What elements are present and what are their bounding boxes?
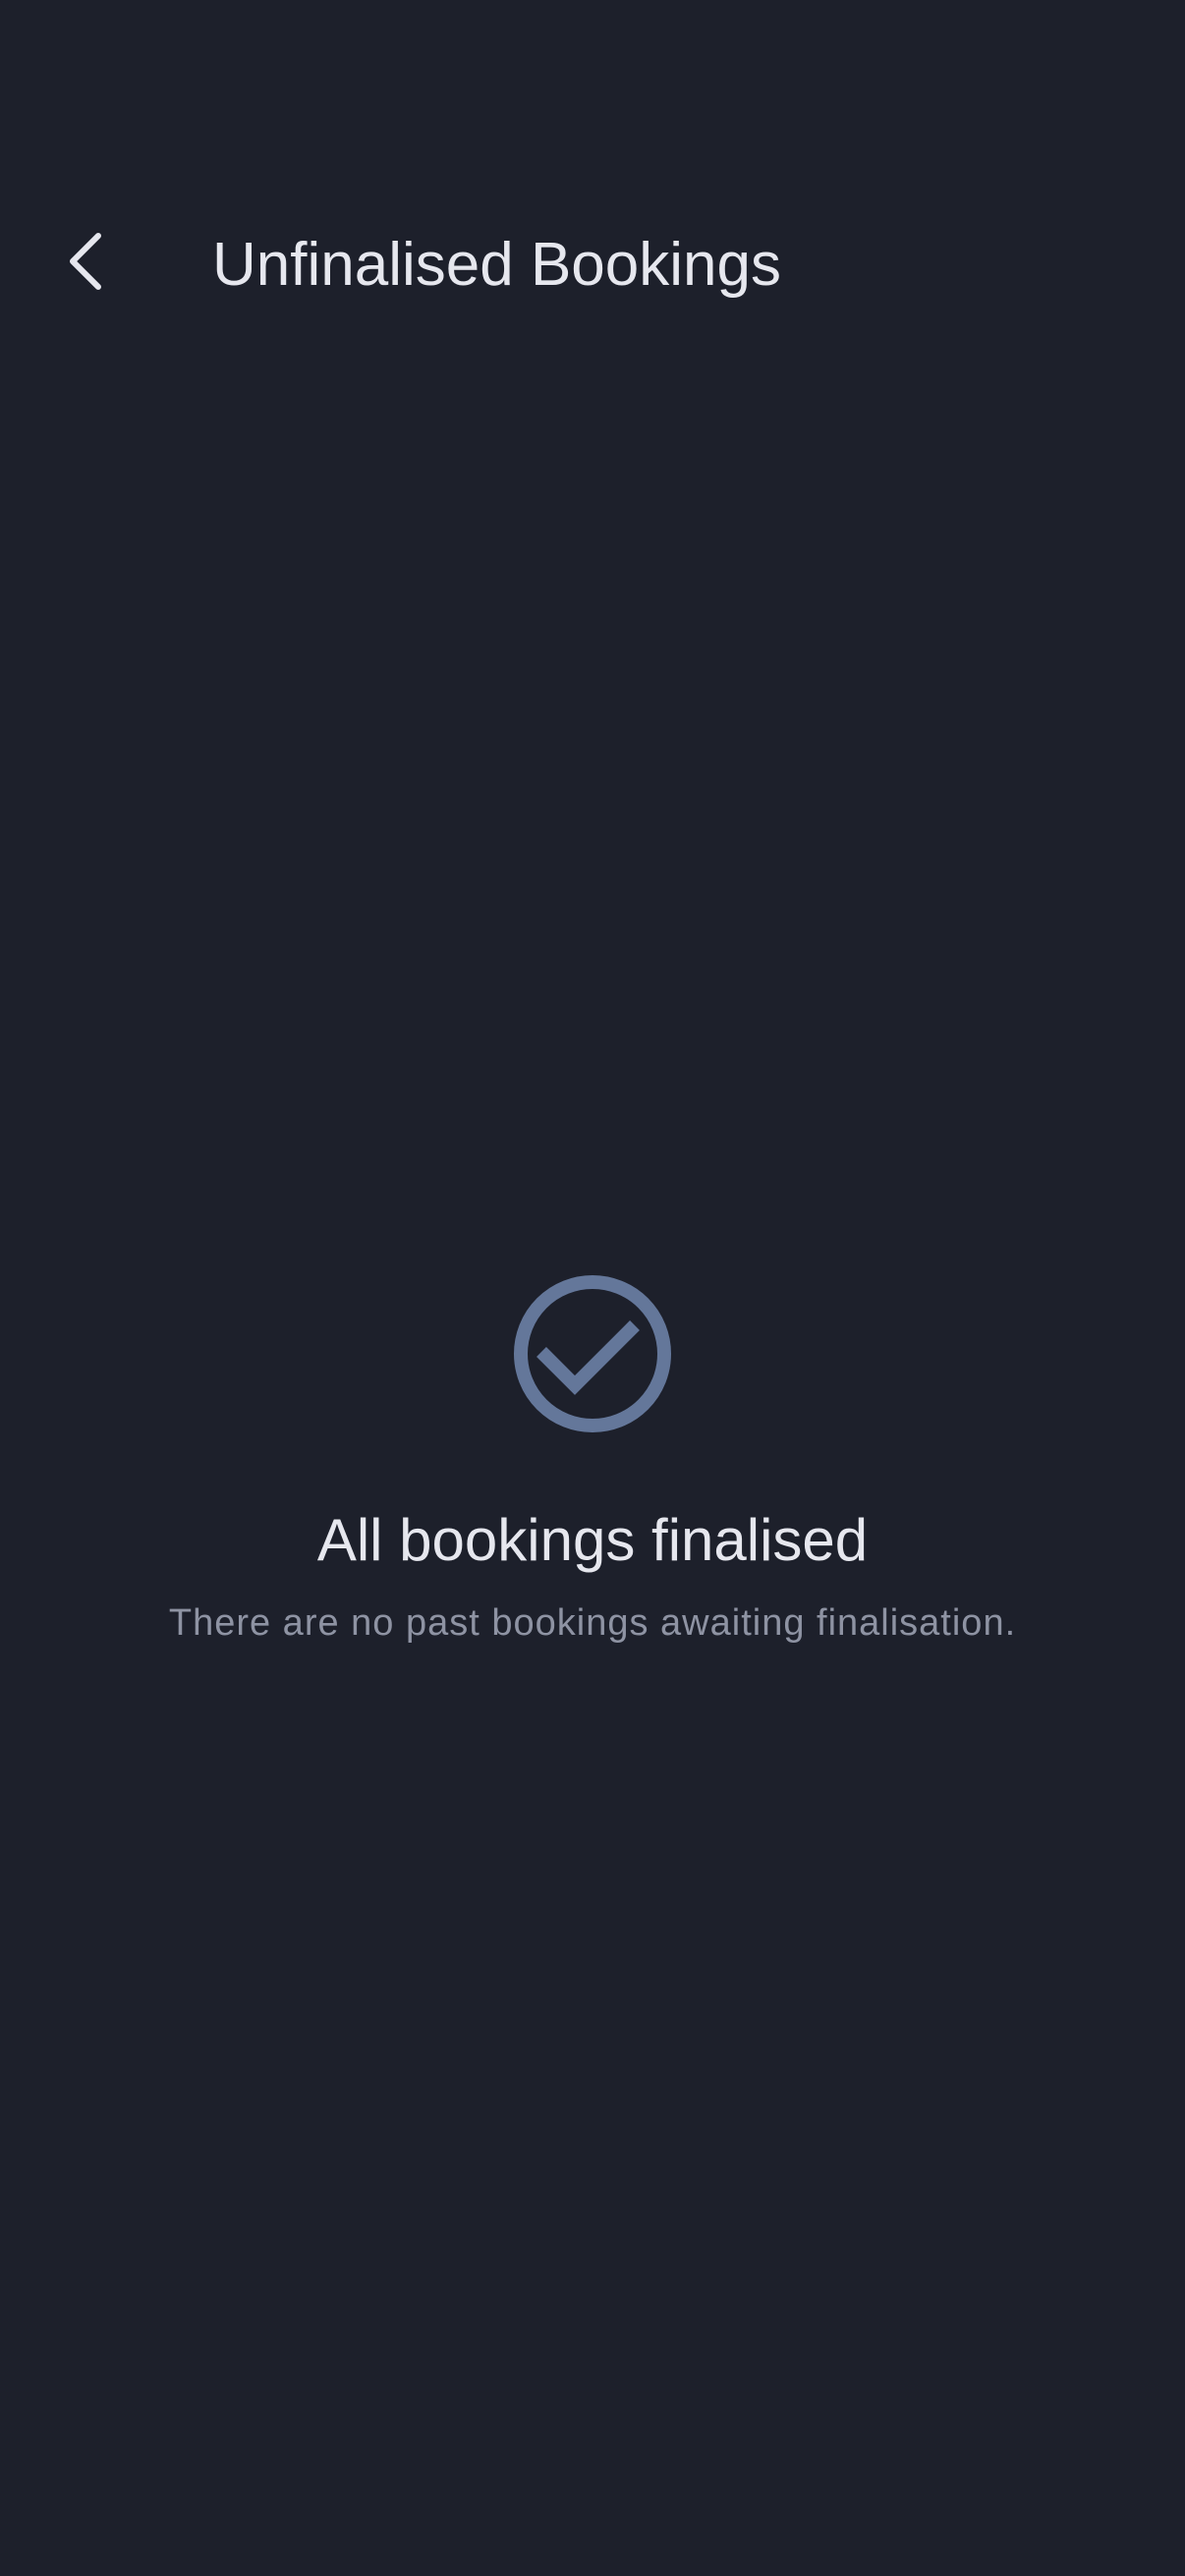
app-bar: Unfinalised Bookings bbox=[0, 196, 1185, 334]
chevron-left-icon bbox=[63, 230, 110, 298]
empty-state-title: All bookings finalised bbox=[316, 1507, 869, 1573]
back-button[interactable] bbox=[39, 216, 134, 310]
empty-state-subtitle: There are no past bookings awaiting fina… bbox=[168, 1602, 1017, 1644]
check-circle-icon bbox=[512, 1273, 673, 1434]
empty-state: All bookings finalised There are no past… bbox=[0, 1273, 1185, 1649]
page-title: Unfinalised Bookings bbox=[212, 231, 782, 299]
